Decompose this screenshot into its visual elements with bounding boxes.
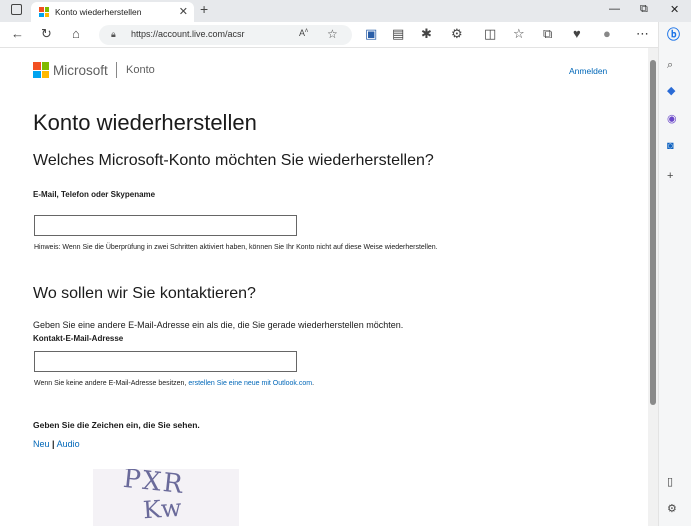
signin-link[interactable]: Anmelden bbox=[569, 66, 607, 76]
contact-email-input[interactable] bbox=[34, 351, 297, 372]
window-close-icon[interactable]: ✕ bbox=[670, 3, 679, 16]
no-email-prefix: Wenn Sie keine andere E-Mail-Adresse bes… bbox=[34, 380, 189, 387]
contact-field-label: Kontakt-E-Mail-Adresse bbox=[33, 334, 124, 343]
brand-divider bbox=[116, 62, 117, 78]
home-icon[interactable]: ⌂ bbox=[72, 27, 80, 41]
captcha-audio-link[interactable]: Audio bbox=[57, 439, 80, 449]
brand-section: Konto bbox=[126, 64, 155, 76]
captcha-text-line2: Kw bbox=[142, 493, 183, 525]
favorites-icon[interactable]: ☆ bbox=[513, 27, 525, 41]
extension-badge-icon[interactable]: ▣ bbox=[365, 27, 377, 41]
captcha-image: PXR Kw bbox=[93, 469, 239, 526]
performance-icon[interactable]: ♥ bbox=[573, 27, 581, 41]
more-menu-icon[interactable]: ⋯ bbox=[636, 27, 649, 41]
favorite-star-icon[interactable]: ☆ bbox=[327, 27, 338, 41]
account-field-label: E-Mail, Telefon oder Skypename bbox=[33, 190, 156, 199]
edge-sidebar: ⓑ ⌕ ◆ ◉ ◙ + ▯ ⚙ bbox=[658, 22, 691, 526]
sidebar-settings-icon[interactable]: ⚙ bbox=[667, 502, 677, 516]
microsoft-logo-icon bbox=[33, 62, 49, 78]
tab-favicon-icon bbox=[39, 7, 49, 17]
page-content: Microsoft Konto Anmelden Konto wiederher… bbox=[0, 48, 648, 526]
read-aloud-icon[interactable]: Aʌ bbox=[299, 28, 308, 38]
no-email-note: Wenn Sie keine andere E-Mail-Adresse bes… bbox=[34, 380, 314, 387]
collections-icon[interactable]: ⧉ bbox=[543, 27, 552, 41]
profile-avatar-icon[interactable]: ● bbox=[603, 27, 611, 41]
contact-instruction: Geben Sie eine andere E-Mail-Adresse ein… bbox=[33, 320, 404, 330]
extension-icon[interactable]: ▤ bbox=[392, 27, 404, 41]
captcha-new-link[interactable]: Neu bbox=[33, 439, 50, 449]
tab-actions-icon[interactable] bbox=[11, 4, 22, 15]
tab-active[interactable]: Konto wiederherstellen ✕ bbox=[31, 2, 194, 22]
add-sidebar-app-icon[interactable]: + bbox=[667, 169, 673, 183]
address-text[interactable]: https://account.live.com/acsr bbox=[131, 29, 245, 39]
outlook-icon[interactable]: ◙ bbox=[667, 139, 674, 153]
captcha-label: Geben Sie die Zeichen ein, die Sie sehen… bbox=[33, 420, 200, 430]
tab-close-icon[interactable]: ✕ bbox=[179, 5, 188, 18]
new-tab-icon[interactable]: + bbox=[200, 1, 208, 17]
split-screen-icon[interactable]: ◫ bbox=[484, 27, 496, 41]
lock-icon[interactable]: 🔒︎ bbox=[111, 29, 116, 40]
extension-puzzle-icon[interactable]: ✱ bbox=[421, 27, 432, 41]
tab-strip: Konto wiederherstellen ✕ + — ⧉ ✕ bbox=[0, 0, 691, 22]
tools-icon[interactable]: ◉ bbox=[667, 112, 677, 126]
captcha-separator: | bbox=[52, 439, 55, 449]
no-email-suffix: . bbox=[312, 380, 315, 387]
search-icon[interactable]: ⌕ bbox=[667, 58, 673, 72]
page-title: Konto wiederherstellen bbox=[33, 110, 257, 135]
shopping-tag-icon[interactable]: ◆ bbox=[667, 84, 675, 98]
back-icon[interactable]: ← bbox=[11, 27, 24, 41]
extensions-icon[interactable]: ⚙ bbox=[451, 27, 463, 41]
scrollbar-thumb[interactable] bbox=[650, 60, 656, 405]
refresh-icon[interactable]: ↻ bbox=[41, 27, 52, 41]
captcha-links: Neu | Audio bbox=[33, 439, 80, 449]
maximize-icon[interactable]: ⧉ bbox=[640, 3, 648, 16]
two-step-hint: Hinweis: Wenn Sie die Überprüfung in zwe… bbox=[34, 244, 438, 251]
account-question-heading: Welches Microsoft-Konto möchten Sie wied… bbox=[33, 152, 434, 169]
address-bar[interactable]: 🔒︎ https://account.live.com/acsr Aʌ ☆ bbox=[99, 25, 352, 45]
contact-question-heading: Wo sollen wir Sie kontaktieren? bbox=[33, 285, 256, 302]
browser-toolbar: ← ↻ ⌂ 🔒︎ https://account.live.com/acsr A… bbox=[0, 22, 691, 48]
copilot-icon[interactable]: ⓑ bbox=[667, 28, 680, 42]
account-input[interactable] bbox=[34, 215, 297, 236]
brand-name: Microsoft bbox=[53, 63, 108, 78]
hide-sidebar-icon[interactable]: ▯ bbox=[667, 475, 673, 489]
create-outlook-link[interactable]: erstellen Sie eine neue mit Outlook.com bbox=[188, 380, 312, 387]
page-scrollbar[interactable] bbox=[648, 48, 658, 526]
minimize-icon[interactable]: — bbox=[609, 3, 620, 15]
tab-title: Konto wiederherstellen bbox=[55, 7, 142, 17]
